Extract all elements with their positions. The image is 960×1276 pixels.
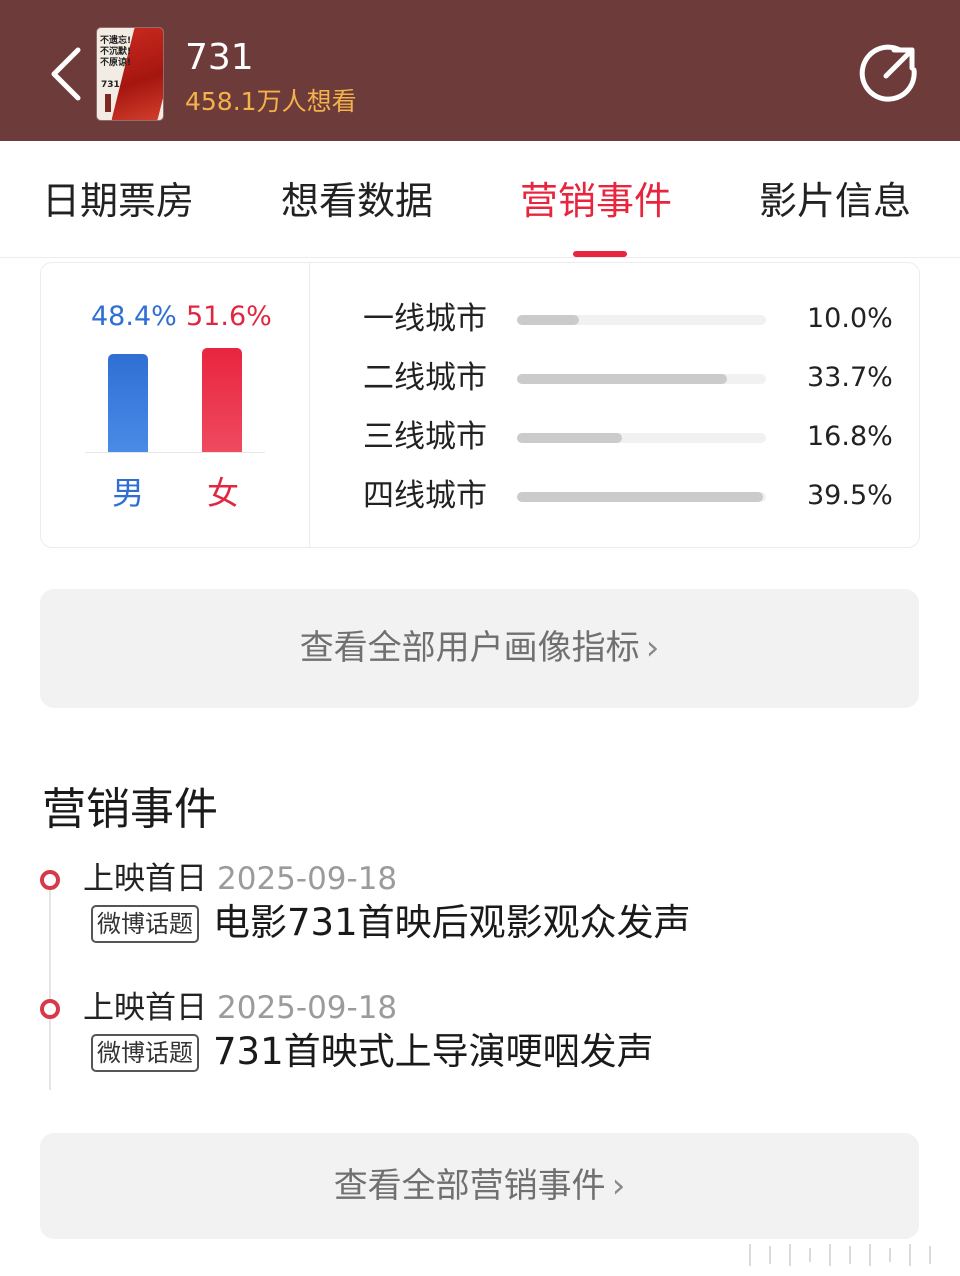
city-tier-percentage: 16.8% xyxy=(807,421,893,452)
timeline-dot-icon xyxy=(40,870,60,890)
female-bar xyxy=(202,348,242,452)
want-to-see-count: 458.1万人想看 xyxy=(185,84,357,120)
event-tag: 微博话题 xyxy=(91,1034,199,1072)
city-tier-fill xyxy=(517,492,763,502)
city-tier-row: 二线城市 33.7% xyxy=(363,358,903,398)
city-tier-track xyxy=(517,492,766,502)
share-button[interactable] xyxy=(856,40,922,106)
poster-figure xyxy=(105,94,111,112)
audience-distribution-card: 48.4% 51.6% 男 女 一线城市 10.0% 二线城市 33.7% 三线… xyxy=(40,262,920,548)
city-tier-track xyxy=(517,433,766,443)
tab-bar: 日期票房 想看数据 营销事件 影片信息 xyxy=(0,141,960,258)
share-icon xyxy=(859,44,917,102)
gender-chart: 48.4% 51.6% 男 女 xyxy=(41,263,310,547)
view-all-events-label: 查看全部营销事件 xyxy=(333,1166,606,1206)
movie-poster[interactable]: 不遗忘! 不沉默! 不原谅! 731 xyxy=(97,28,163,120)
city-tier-name: 四线城市 xyxy=(363,478,487,514)
city-tier-row: 一线城市 10.0% xyxy=(363,299,903,339)
male-bar xyxy=(108,354,148,452)
view-all-events-button[interactable]: 查看全部营销事件 › xyxy=(40,1133,919,1239)
event-meta: 上映首日 2025-09-18 xyxy=(83,988,397,1028)
watermark-graphic xyxy=(749,1244,931,1266)
city-tier-track xyxy=(517,374,766,384)
city-tier-fill xyxy=(517,433,622,443)
poster-line-1: 不遗忘! xyxy=(100,36,132,46)
timeline-dot-icon xyxy=(40,999,60,1019)
active-tab-indicator xyxy=(573,251,627,257)
city-tier-fill xyxy=(517,374,727,384)
city-tier-name: 三线城市 xyxy=(363,419,487,455)
female-percentage: 51.6% xyxy=(186,301,272,332)
event-label: 上映首日 xyxy=(83,990,207,1026)
city-tier-fill xyxy=(517,315,580,325)
male-percentage: 48.4% xyxy=(91,301,177,332)
poster-number: 731 xyxy=(101,80,120,90)
event-date: 2025-09-18 xyxy=(217,861,398,897)
female-label: 女 xyxy=(207,474,240,512)
tab-daily-box-office[interactable]: 日期票房 xyxy=(42,171,194,231)
city-tier-percentage: 39.5% xyxy=(807,480,893,511)
tab-film-info[interactable]: 影片信息 xyxy=(759,171,911,231)
event-title: 731首映式上导演哽咽发声 xyxy=(213,1030,654,1073)
city-tier-row: 四线城市 39.5% xyxy=(363,476,903,516)
city-tier-percentage: 33.7% xyxy=(807,362,893,393)
timeline-event[interactable]: 上映首日 2025-09-18 微博话题 731首映式上导演哽咽发声 xyxy=(0,988,960,1108)
want-suffix: 万人想看 xyxy=(256,87,357,116)
view-all-portrait-button[interactable]: 查看全部用户画像指标 › xyxy=(40,589,919,708)
event-tag: 微博话题 xyxy=(91,905,199,943)
male-label: 男 xyxy=(112,474,145,512)
want-number: 458.1 xyxy=(185,87,257,116)
event-label: 上映首日 xyxy=(83,861,207,897)
city-tier-row: 三线城市 16.8% xyxy=(363,417,903,457)
tab-want-data[interactable]: 想看数据 xyxy=(281,171,433,231)
back-button[interactable] xyxy=(40,36,100,112)
timeline-event[interactable]: 上映首日 2025-09-18 微博话题 电影731首映后观影观众发声 xyxy=(0,859,960,979)
chevron-right-icon: › xyxy=(611,1166,626,1206)
poster-line-3: 不原谅! xyxy=(100,58,132,68)
event-title: 电影731首映后观影观众发声 xyxy=(213,901,691,944)
tab-marketing-events[interactable]: 营销事件 xyxy=(520,171,672,231)
city-tier-track xyxy=(517,315,766,325)
event-meta: 上映首日 2025-09-18 xyxy=(83,859,397,899)
chevron-left-icon xyxy=(51,47,81,101)
poster-slogan: 不遗忘! 不沉默! 不原谅! xyxy=(100,36,140,69)
app-header: 不遗忘! 不沉默! 不原谅! 731 731 458.1万人想看 xyxy=(0,0,960,141)
view-all-portrait-label: 查看全部用户画像指标 xyxy=(299,628,640,668)
chevron-right-icon: › xyxy=(645,628,660,668)
city-tier-name: 二线城市 xyxy=(363,360,487,396)
city-tier-name: 一线城市 xyxy=(363,301,487,337)
city-tier-percentage: 10.0% xyxy=(807,303,893,334)
gender-axis xyxy=(85,452,265,453)
poster-line-2: 不沉默! xyxy=(100,47,132,57)
section-title-marketing-events: 营销事件 xyxy=(42,784,218,835)
event-date: 2025-09-18 xyxy=(217,990,398,1026)
movie-title: 731 xyxy=(185,37,254,78)
